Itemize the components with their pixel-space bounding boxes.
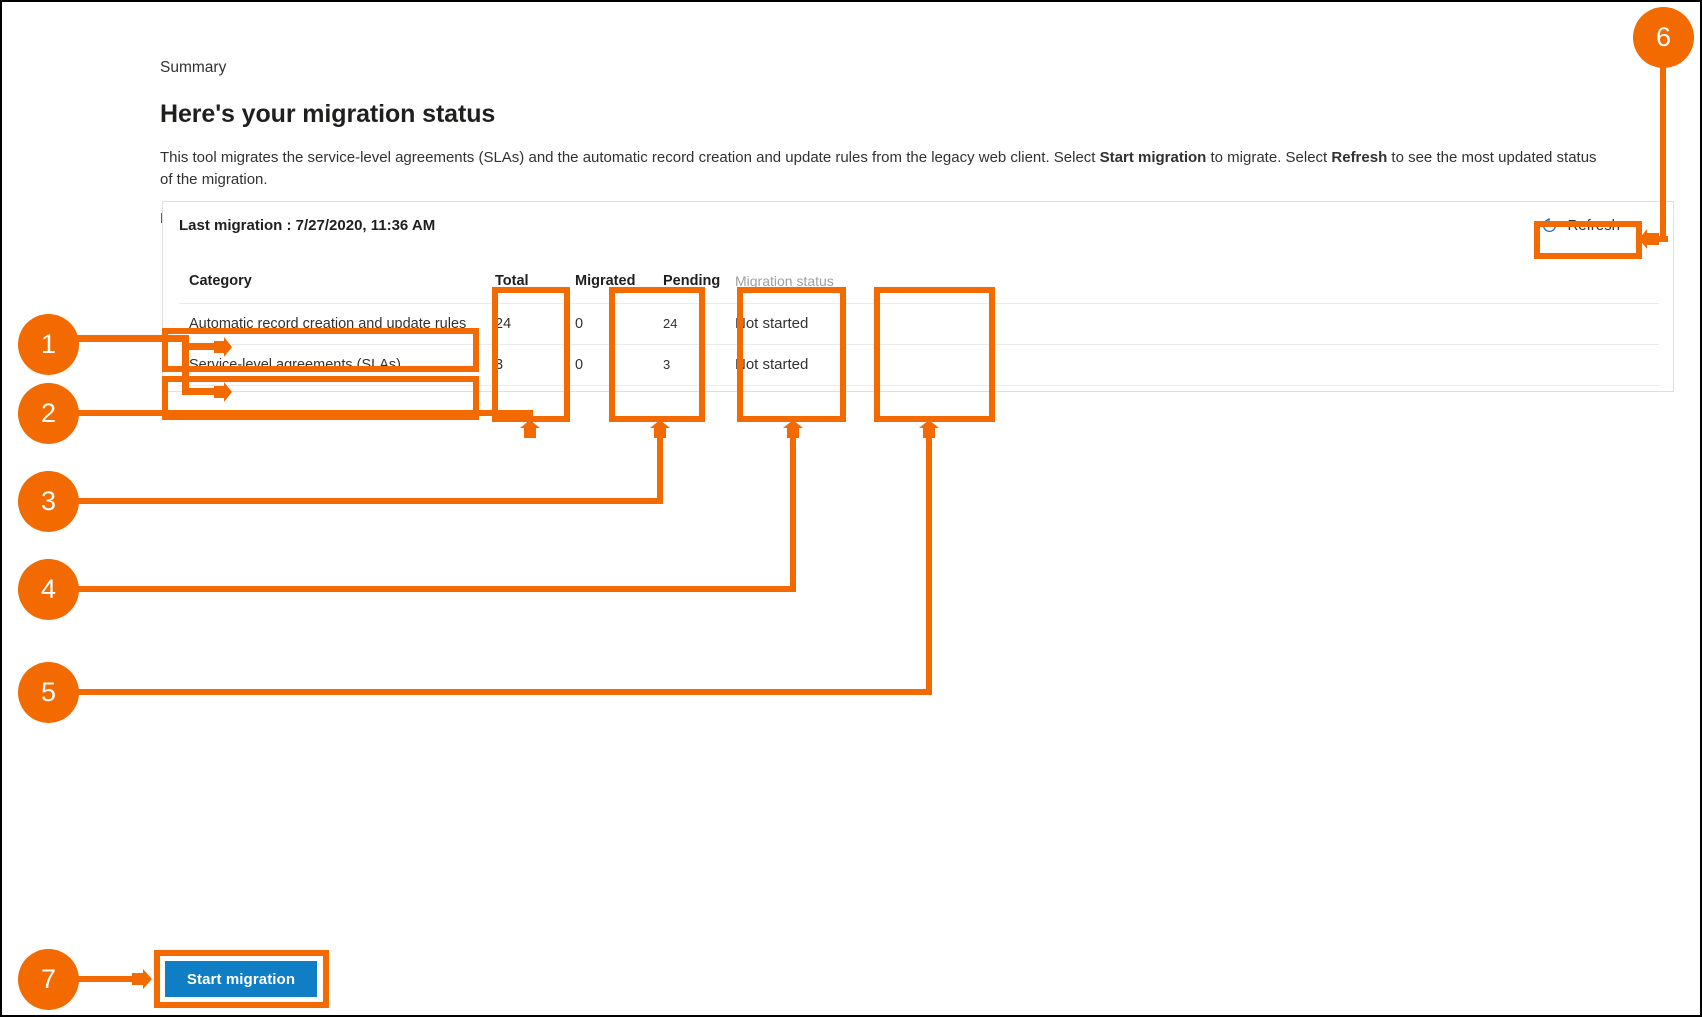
column-header-spacer <box>837 261 1659 304</box>
callout-5-line-v <box>926 430 932 695</box>
start-migration-button[interactable]: Start migration <box>165 961 317 997</box>
callout-badge-5: 5 <box>18 662 79 723</box>
column-header-pending: Pending <box>653 261 725 304</box>
cell-migrated: 0 <box>565 303 653 345</box>
cell-pending: 24 <box>653 303 725 345</box>
page-title: Here's your migration status <box>160 100 496 128</box>
callout-badge-4: 4 <box>18 559 79 620</box>
callout-4-line-h <box>74 586 796 592</box>
callout-5-arrowhead <box>919 420 939 438</box>
cell-migration-status: Not started <box>725 303 837 345</box>
column-header-total: Total <box>485 261 565 304</box>
screenshot-frame: Summary Here's your migration status Thi… <box>0 0 1702 1017</box>
cell-category: Automatic record creation and update rul… <box>179 303 485 345</box>
callout-2-line-riser <box>527 410 533 428</box>
cell-total: 3 <box>485 344 565 386</box>
cell-migration-status: Not started <box>725 344 837 386</box>
cell-pending: 3 <box>653 344 725 386</box>
callout-3-line-h <box>74 498 663 504</box>
cell-migrated: 0 <box>565 344 653 386</box>
column-header-category: Category <box>179 261 485 304</box>
cell-total: 24 <box>485 303 565 345</box>
migration-status-card: Last migration : 7/27/2020, 11:36 AM Ref… <box>162 201 1674 392</box>
callout-badge-3: 3 <box>18 471 79 532</box>
column-header-migrated: Migrated <box>565 261 653 304</box>
callout-badge-2: 2 <box>18 383 79 444</box>
callout-4-line-v <box>790 430 796 592</box>
callout-5-line-h <box>74 689 932 695</box>
column-header-migration-status: Migration status <box>725 261 837 304</box>
callout-4-arrowhead <box>783 420 803 438</box>
table-row: Service-level agreements (SLAs) 3 0 3 No… <box>179 344 1659 386</box>
callout-7-line-h <box>74 976 136 982</box>
intro-bold-refresh: Refresh <box>1331 149 1388 166</box>
last-migration-timestamp: Last migration : 7/27/2020, 11:36 AM <box>179 217 436 234</box>
callout-3-arrowhead <box>650 420 670 438</box>
callout-3-line-v <box>657 430 663 504</box>
migration-table: Category Total Migrated Pending Migratio… <box>179 261 1659 386</box>
table-header-row: Category Total Migrated Pending Migratio… <box>179 261 1659 304</box>
intro-text-2: to migrate. Select <box>1206 149 1332 166</box>
refresh-button-label: Refresh <box>1567 217 1620 234</box>
breadcrumb-summary: Summary <box>160 59 227 76</box>
callout-2-line-h <box>74 410 532 416</box>
callout-2-arrowhead <box>520 420 540 438</box>
refresh-circular-arrow-icon <box>1541 217 1558 234</box>
callout-badge-1: 1 <box>18 314 79 375</box>
intro-bold-start-migration: Start migration <box>1099 149 1207 166</box>
cell-spacer <box>837 344 1659 386</box>
cell-category: Service-level agreements (SLAs) <box>179 344 485 386</box>
cell-spacer <box>837 303 1659 345</box>
page-content: Summary Here's your migration status Thi… <box>160 2 1650 230</box>
callout-badge-7: 7 <box>18 949 79 1010</box>
table-row: Automatic record creation and update rul… <box>179 303 1659 345</box>
callout-7-arrowhead <box>132 969 152 989</box>
intro-paragraph: This tool migrates the service-level agr… <box>160 147 1603 191</box>
intro-text-1: This tool migrates the service-level agr… <box>160 149 1100 166</box>
refresh-button[interactable]: Refresh <box>1532 212 1629 239</box>
